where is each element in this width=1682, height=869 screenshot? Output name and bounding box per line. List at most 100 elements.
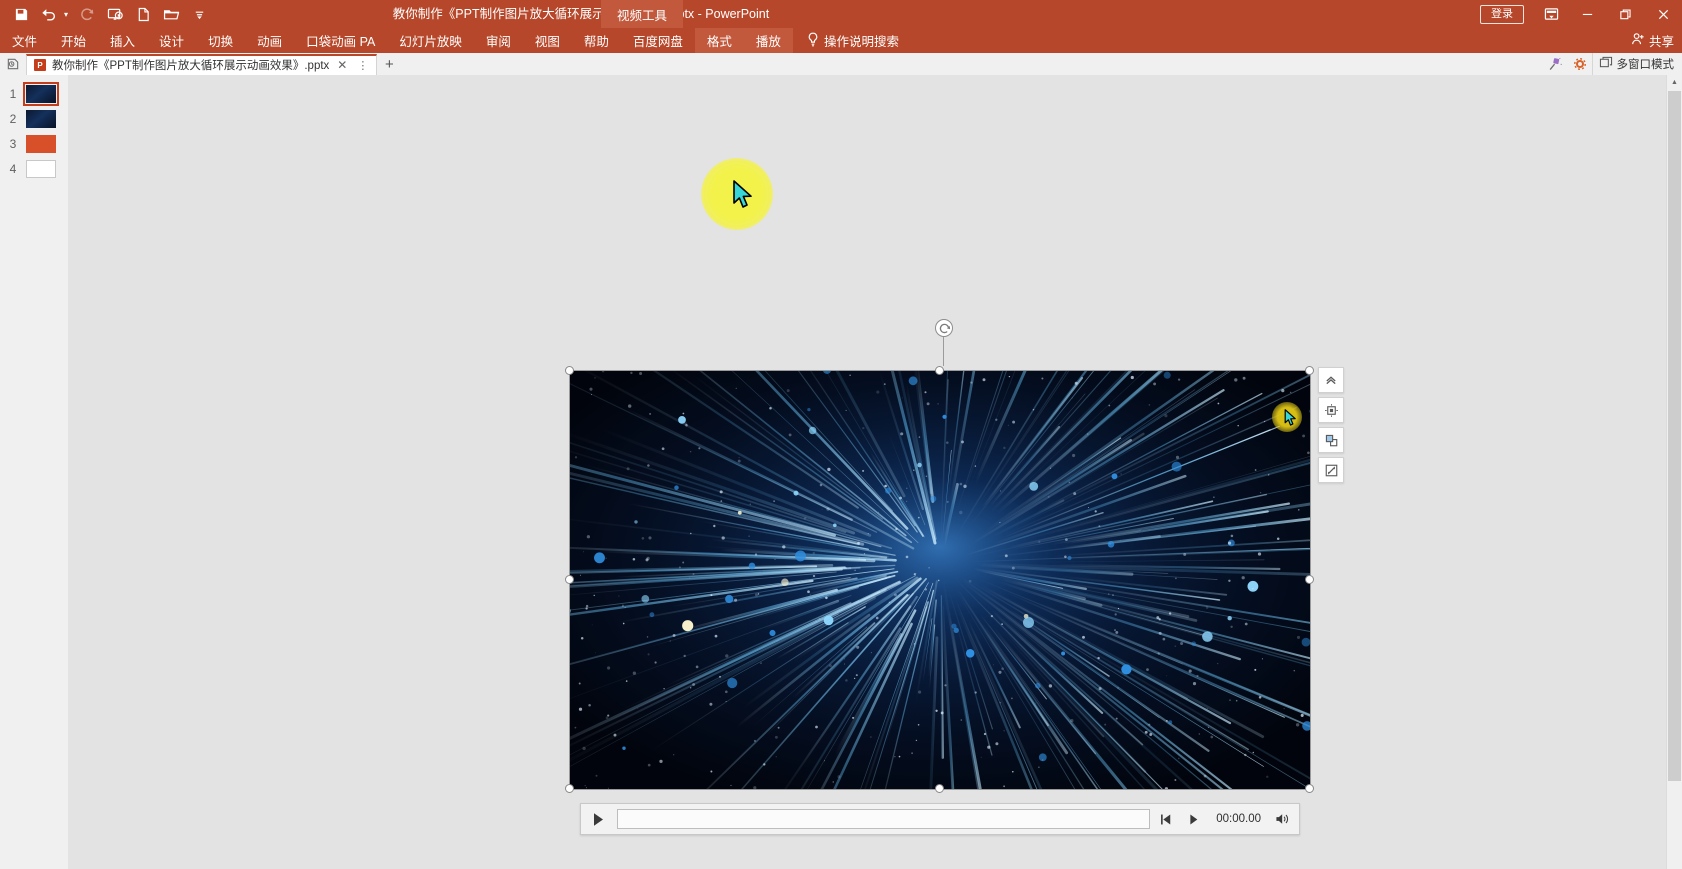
resize-handle-middle-right[interactable] xyxy=(1305,575,1314,584)
minimize-button[interactable] xyxy=(1568,0,1606,28)
powerpoint-window: ▾ 教你制作《PPT制作图片放大循环展示动画效果》.pptx - PowerPo… xyxy=(0,0,1682,869)
playback-progress-track[interactable] xyxy=(617,809,1151,829)
slide-preview-4 xyxy=(26,160,56,178)
slide-preview-3 xyxy=(26,135,56,153)
tell-me-search[interactable]: 操作说明搜索 xyxy=(793,28,909,53)
resize-handle-bottom-right[interactable] xyxy=(1305,784,1314,793)
mouse-pointer-icon xyxy=(733,180,752,208)
slide-number-2: 2 xyxy=(9,112,17,126)
ribbon-tab-review[interactable]: 审阅 xyxy=(474,28,523,53)
work-area: 1 2 3 4 00:00.00 ▲ xyxy=(0,75,1682,869)
previous-frame-icon[interactable] xyxy=(1152,804,1180,834)
new-file-icon[interactable] xyxy=(130,2,156,26)
slide-preview-1 xyxy=(23,82,59,106)
ribbon-tab-bar: 文件 开始 插入 设计 切换 动画 口袋动画 PA 幻灯片放映 审阅 视图 帮助… xyxy=(0,28,1682,53)
undo-dropdown-icon[interactable]: ▾ xyxy=(60,2,72,26)
play-button-icon[interactable] xyxy=(581,804,615,834)
tab-history-icon[interactable] xyxy=(0,53,26,75)
share-button[interactable]: 共享 xyxy=(1631,28,1674,53)
wrap-text-icon[interactable] xyxy=(1318,427,1344,453)
new-tab-button[interactable]: + xyxy=(377,53,401,75)
slide-thumbnail-1[interactable]: 1 xyxy=(0,81,68,107)
save-icon[interactable] xyxy=(8,2,34,26)
slide-number-4: 4 xyxy=(9,162,17,176)
lightbulb-icon xyxy=(807,32,819,50)
window-controls: 登录 xyxy=(1480,0,1682,28)
ribbon-tab-insert[interactable]: 插入 xyxy=(98,28,147,53)
resize-handle-top-left[interactable] xyxy=(565,366,574,375)
slide-number-1: 1 xyxy=(9,87,17,101)
ribbon-tab-slideshow[interactable]: 幻灯片放映 xyxy=(387,28,474,53)
scrollbar-corner xyxy=(1667,854,1682,869)
slide-canvas[interactable]: 00:00.00 ▲ xyxy=(68,75,1682,869)
scrollbar-thumb[interactable] xyxy=(1668,91,1681,781)
ribbon-display-options-icon[interactable] xyxy=(1534,0,1568,28)
slide-thumbnail-panel[interactable]: 1 2 3 4 xyxy=(0,75,69,869)
multi-window-icon xyxy=(1599,56,1613,72)
powerpoint-file-icon: P xyxy=(34,59,46,71)
slide-preview-2 xyxy=(26,110,56,128)
collapse-toolbar-icon[interactable] xyxy=(1318,367,1344,393)
magic-wand-icon[interactable] xyxy=(1544,53,1568,75)
ribbon-tab-file[interactable]: 文件 xyxy=(0,28,49,53)
ribbon-tab-design[interactable]: 设计 xyxy=(147,28,196,53)
slide-number-3: 3 xyxy=(9,137,17,151)
ribbon-tab-help[interactable]: 帮助 xyxy=(572,28,621,53)
playback-time: 00:00.00 xyxy=(1216,813,1261,825)
volume-icon[interactable] xyxy=(1269,804,1297,834)
gear-icon[interactable] xyxy=(1568,53,1592,75)
floating-layout-toolbar xyxy=(1318,367,1344,487)
scroll-up-arrow-icon[interactable]: ▲ xyxy=(1667,75,1682,90)
restore-button[interactable] xyxy=(1606,0,1644,28)
window-title: 教你制作《PPT制作图片放大循环展示动画效果》.pptx - PowerPoin… xyxy=(392,7,770,21)
slide-thumbnail-3[interactable]: 3 xyxy=(0,131,68,157)
close-button[interactable] xyxy=(1644,0,1682,28)
sign-in-button[interactable]: 登录 xyxy=(1480,4,1524,24)
quick-access-toolbar: ▾ xyxy=(0,0,212,28)
person-share-icon xyxy=(1631,32,1645,49)
rotate-handle[interactable] xyxy=(935,319,953,337)
redo-icon[interactable] xyxy=(74,2,100,26)
tab-menu-icon[interactable]: ⋮ xyxy=(355,59,370,72)
ribbon-tab-view[interactable]: 视图 xyxy=(523,28,572,53)
resize-handle-bottom-center[interactable] xyxy=(935,784,944,793)
ribbon-tab-format[interactable]: 格式 xyxy=(694,28,744,53)
undo-icon[interactable] xyxy=(36,2,62,26)
contextual-tab-video-tools[interactable]: 视频工具 xyxy=(601,0,683,28)
document-tab-title: 教你制作《PPT制作图片放大循环展示动画效果》.pptx xyxy=(52,60,330,72)
tell-me-label: 操作说明搜索 xyxy=(823,35,899,49)
ribbon-tab-home[interactable]: 开始 xyxy=(49,28,98,53)
vertical-scrollbar[interactable]: ▲ xyxy=(1666,75,1682,869)
slide-thumbnail-2[interactable]: 2 xyxy=(0,106,68,132)
media-control-bar[interactable]: 00:00.00 xyxy=(580,803,1300,835)
share-label: 共享 xyxy=(1648,35,1674,49)
document-tab-strip: P 教你制作《PPT制作图片放大循环展示动画效果》.pptx ✕ ⋮ + 多窗口… xyxy=(0,53,1682,76)
customize-quick-access-icon[interactable] xyxy=(186,2,212,26)
open-folder-icon[interactable] xyxy=(158,2,184,26)
title-bar: ▾ 教你制作《PPT制作图片放大循环展示动画效果》.pptx - PowerPo… xyxy=(0,0,1682,28)
resize-handle-top-right[interactable] xyxy=(1305,366,1314,375)
cursor-highlight xyxy=(701,158,773,230)
close-tab-icon[interactable]: ✕ xyxy=(335,58,349,72)
resize-handle-middle-left[interactable] xyxy=(565,575,574,584)
rotation-stem xyxy=(943,337,944,366)
next-frame-icon[interactable] xyxy=(1180,804,1208,834)
ribbon-tab-pocket-animation[interactable]: 口袋动画 PA xyxy=(294,28,387,53)
resize-handle-top-center[interactable] xyxy=(935,366,944,375)
ribbon-tab-animations[interactable]: 动画 xyxy=(245,28,294,53)
ribbon-tab-playback[interactable]: 播放 xyxy=(743,28,793,53)
multi-window-label: 多窗口模式 xyxy=(1616,59,1675,71)
ribbon-tab-baidu-netdisk[interactable]: 百度网盘 xyxy=(621,28,695,53)
start-slideshow-icon[interactable] xyxy=(102,2,128,26)
slide-thumbnail-4[interactable]: 4 xyxy=(0,156,68,182)
resize-handle-bottom-left[interactable] xyxy=(565,784,574,793)
document-tab[interactable]: P 教你制作《PPT制作图片放大循环展示动画效果》.pptx ✕ ⋮ xyxy=(26,53,378,75)
size-and-position-icon[interactable] xyxy=(1318,457,1344,483)
video-object[interactable]: 00:00.00 xyxy=(565,319,1314,835)
starburst-artwork xyxy=(570,371,1310,789)
tabstrip-right-tools: 多窗口模式 xyxy=(1544,53,1682,75)
video-preview-frame[interactable] xyxy=(570,371,1310,789)
ribbon-tab-transitions[interactable]: 切换 xyxy=(196,28,245,53)
layout-options-icon[interactable] xyxy=(1318,397,1344,423)
multi-window-mode-button[interactable]: 多窗口模式 xyxy=(1591,53,1682,75)
